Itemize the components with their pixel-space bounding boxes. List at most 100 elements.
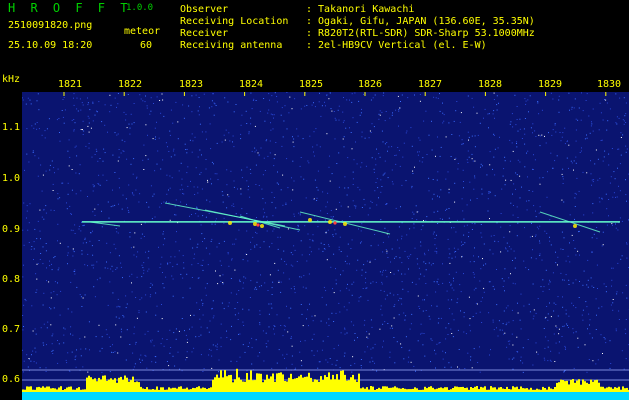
noise-dot — [428, 315, 430, 317]
noise-dot — [470, 199, 471, 201]
noise-dot — [624, 328, 626, 330]
noise-dot — [308, 162, 310, 164]
noise-dot — [546, 196, 548, 198]
noise-dot — [399, 165, 401, 167]
histogram-bar — [622, 386, 624, 392]
noise-dot — [46, 128, 48, 130]
noise-dot — [416, 258, 418, 260]
noise-dot — [348, 302, 350, 304]
noise-dot — [59, 197, 61, 199]
noise-dot — [619, 217, 621, 219]
noise-dot — [271, 294, 273, 295]
noise-dot — [582, 309, 584, 311]
noise-dot — [101, 347, 103, 349]
noise-dot — [470, 356, 472, 358]
noise-dot — [130, 163, 132, 165]
noise-dot — [66, 208, 68, 210]
histogram-bar — [264, 379, 266, 392]
noise-dot — [450, 366, 452, 368]
histogram-bar — [222, 377, 224, 392]
noise-dot — [31, 305, 33, 307]
noise-dot — [568, 167, 569, 169]
histogram-bar — [44, 387, 46, 392]
noise-dot — [354, 339, 355, 341]
noise-dot — [200, 326, 202, 328]
noise-dot — [139, 299, 141, 301]
noise-dot — [133, 366, 135, 368]
noise-dot — [590, 160, 591, 162]
noise-dot — [314, 315, 316, 317]
noise-dot — [431, 339, 433, 341]
noise-dot — [413, 213, 415, 215]
noise-dot — [75, 355, 77, 357]
noise-dot — [104, 124, 106, 126]
noise-dot — [292, 265, 294, 267]
noise-dot — [625, 179, 626, 181]
noise-dot — [82, 129, 83, 131]
noise-dot — [268, 93, 270, 95]
noise-dot — [471, 222, 473, 224]
noise-dot — [250, 123, 252, 125]
noise-dot — [71, 169, 73, 170]
noise-dot — [186, 341, 188, 343]
noise-dot — [58, 267, 60, 269]
noise-dot — [145, 95, 146, 97]
noise-dot — [545, 316, 547, 318]
noise-dot — [510, 248, 512, 250]
noise-dot — [438, 317, 440, 319]
noise-dot — [502, 323, 504, 325]
noise-dot — [434, 349, 435, 351]
noise-dot — [79, 294, 81, 296]
noise-dot — [509, 123, 511, 125]
noise-dot — [448, 188, 450, 190]
noise-dot — [286, 128, 288, 130]
noise-dot — [591, 285, 593, 287]
histogram-bar — [422, 389, 424, 392]
noise-dot — [574, 206, 576, 207]
noise-dot — [203, 368, 205, 370]
noise-dot — [620, 137, 622, 138]
noise-dot — [548, 132, 549, 134]
noise-dot — [78, 228, 80, 230]
noise-dot — [196, 302, 198, 304]
noise-dot — [497, 147, 499, 149]
noise-dot — [420, 323, 422, 325]
noise-dot — [26, 210, 28, 212]
noise-dot — [154, 127, 156, 129]
noise-dot — [332, 234, 334, 236]
noise-dot — [566, 323, 568, 325]
noise-dot — [472, 160, 474, 162]
noise-dot — [410, 254, 412, 256]
noise-dot — [149, 287, 151, 288]
noise-dot — [214, 173, 216, 175]
noise-dot — [250, 248, 252, 250]
noise-dot — [40, 238, 41, 240]
noise-dot — [391, 169, 393, 171]
noise-dot — [405, 336, 407, 338]
noise-dot — [408, 268, 409, 270]
noise-dot — [409, 328, 411, 330]
noise-dot — [339, 367, 341, 369]
x-tick: 1822 — [118, 79, 143, 90]
noise-dot — [112, 292, 114, 294]
noise-dot — [524, 166, 526, 168]
noise-dot — [268, 326, 270, 328]
noise-dot — [346, 263, 348, 265]
noise-dot — [170, 256, 172, 258]
histogram-bar — [284, 381, 286, 392]
noise-dot — [270, 113, 272, 115]
noise-dot — [49, 260, 50, 262]
noise-dot — [176, 231, 177, 233]
noise-dot — [246, 123, 248, 124]
noise-dot — [78, 173, 80, 175]
noise-dot — [569, 214, 571, 216]
noise-dot — [89, 240, 91, 242]
noise-dot — [558, 341, 560, 343]
noise-dot — [196, 206, 198, 208]
noise-dot — [191, 95, 193, 97]
noise-dot — [293, 215, 295, 217]
histogram-bar — [452, 388, 454, 392]
noise-dot — [297, 231, 299, 232]
noise-dot — [549, 359, 551, 361]
histogram-bar — [48, 386, 50, 392]
